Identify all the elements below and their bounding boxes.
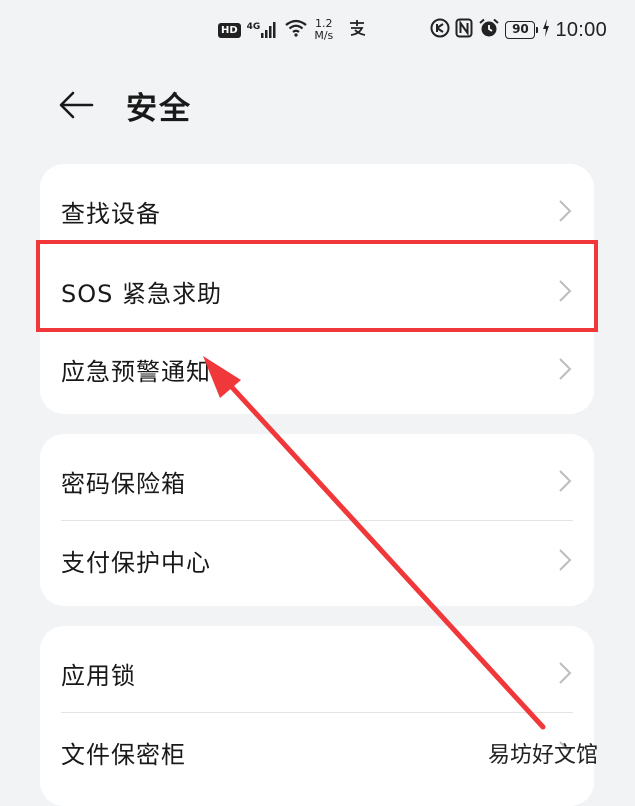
row-label: 应急预警通知 <box>61 357 211 386</box>
wifi-icon <box>284 19 308 41</box>
page-header: 安全 <box>58 82 192 128</box>
battery-icon: 90 <box>505 21 539 39</box>
chevron-right-icon <box>559 358 572 380</box>
nfc-icon <box>455 18 473 42</box>
settings-card-device: 查找设备 SOS 紧急求助 应急预警通知 <box>40 164 594 414</box>
clock: 10:00 <box>555 18 607 41</box>
row-app-lock[interactable]: 应用锁 <box>40 634 594 712</box>
row-label: 文件保密柜 <box>61 740 186 769</box>
row-label: 应用锁 <box>61 661 136 690</box>
hd-badge: HD <box>218 22 241 38</box>
status-right-icons: 90 10:00 <box>430 18 607 42</box>
settings-card-apps: 应用锁 文件保密柜 <box>40 626 594 806</box>
page-title: 安全 <box>126 90 192 127</box>
alipay-icon <box>347 19 367 41</box>
back-button[interactable] <box>58 82 104 128</box>
status-left-icons: HD 4G 1.2 M/s <box>218 18 367 42</box>
row-sos-emergency[interactable]: SOS 紧急求助 <box>40 252 594 330</box>
row-label: 支付保护中心 <box>61 548 211 577</box>
row-password-vault[interactable]: 密码保险箱 <box>40 442 594 520</box>
back-arrow-icon <box>59 91 94 119</box>
row-emergency-alerts[interactable]: 应急预警通知 <box>40 330 594 408</box>
signal-icon: 4G <box>247 22 279 38</box>
chevron-right-icon <box>559 662 572 684</box>
chevron-right-icon <box>559 200 572 222</box>
chevron-right-icon <box>559 549 572 571</box>
charging-icon <box>542 19 550 41</box>
chevron-right-icon <box>559 470 572 492</box>
speed-unit: M/s <box>314 29 334 42</box>
alarm-icon <box>478 18 500 42</box>
network-type: 4G <box>246 22 261 32</box>
settings-card-privacy: 密码保险箱 支付保护中心 <box>40 434 594 606</box>
row-payment-protection[interactable]: 支付保护中心 <box>40 521 594 599</box>
row-label: SOS 紧急求助 <box>61 279 222 308</box>
row-find-device[interactable]: 查找设备 <box>40 172 594 250</box>
row-label: 查找设备 <box>61 199 161 228</box>
data-saver-icon <box>430 18 450 42</box>
watermark-text: 易坊好文馆 <box>488 743 599 768</box>
chevron-right-icon <box>559 280 572 302</box>
row-label: 密码保险箱 <box>61 469 186 498</box>
network-speed: 1.2 M/s <box>314 18 333 42</box>
status-bar: HD 4G 1.2 M/s 90 10:00 <box>0 0 635 64</box>
